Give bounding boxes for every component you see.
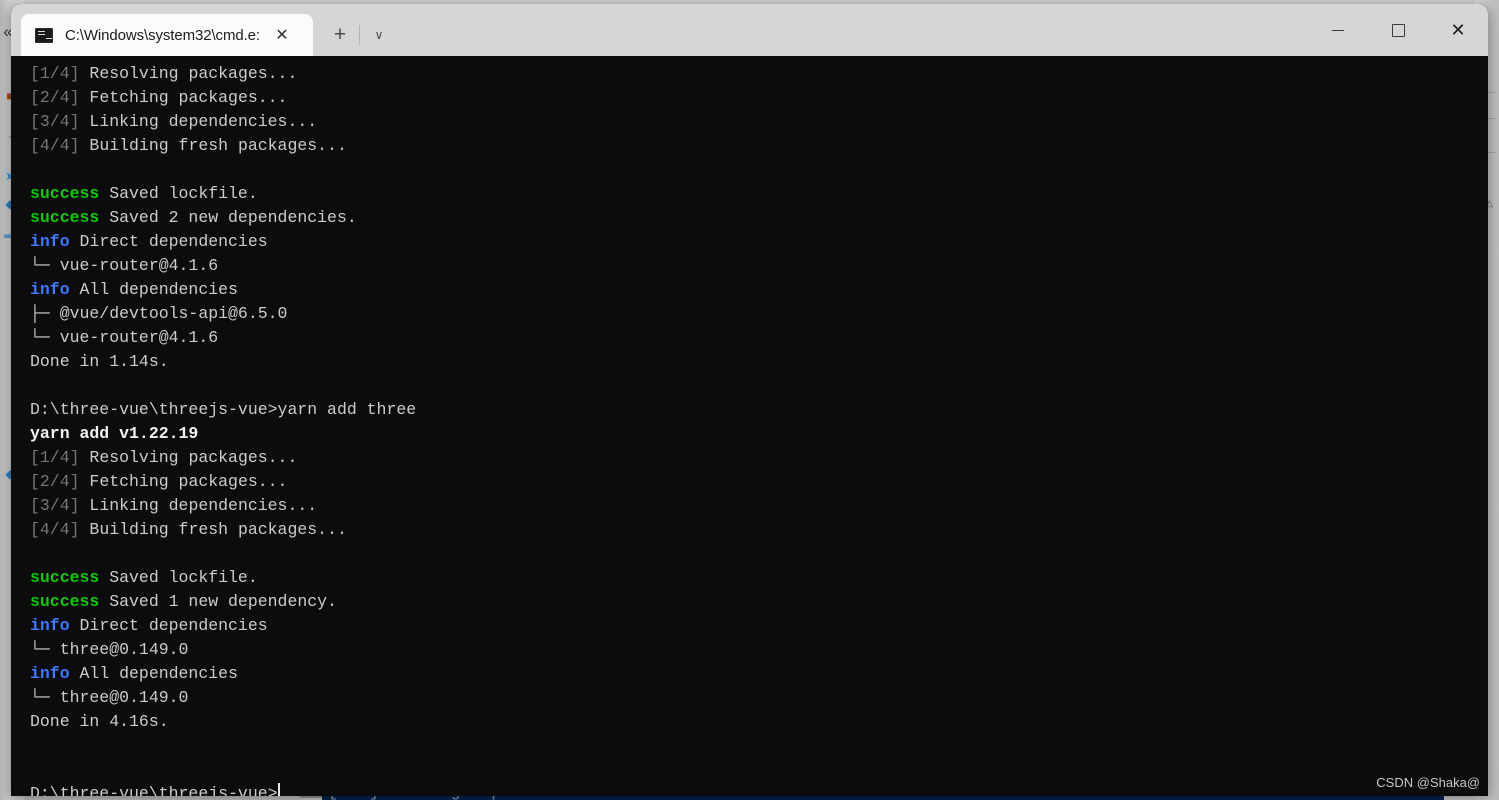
console-segment: Direct dependencies bbox=[69, 232, 268, 251]
console-segment: info bbox=[30, 616, 70, 635]
console-segment: [1/4] bbox=[30, 448, 90, 467]
console-line: success Saved lockfile. bbox=[30, 182, 1488, 206]
console-segment: [2/4] bbox=[30, 88, 90, 107]
console-segment: Saved lockfile. bbox=[99, 184, 258, 203]
console-segment: Building fresh packages... bbox=[89, 136, 347, 155]
console-line: └─ three@0.149.0 bbox=[30, 686, 1488, 710]
console-segment: Resolving packages... bbox=[89, 448, 298, 467]
console-line: └─ vue-router@4.1.6 bbox=[30, 326, 1488, 350]
console-line: [4/4] Building fresh packages... bbox=[30, 518, 1488, 542]
console-line: [3/4] Linking dependencies... bbox=[30, 494, 1488, 518]
console-segment: [3/4] bbox=[30, 496, 90, 515]
console-lines: [1/4] Resolving packages... [2/4] Fetchin… bbox=[30, 62, 1488, 796]
console-line: info All dependencies bbox=[30, 278, 1488, 302]
tab-title: C:\Windows\system32\cmd.e: bbox=[65, 26, 260, 44]
tab-cmd[interactable]: C:\Windows\system32\cmd.e: ✕ bbox=[21, 14, 313, 56]
console-segment: └─ vue-router@4.1.6 bbox=[30, 256, 219, 275]
tab-strip: C:\Windows\system32\cmd.e: ✕ + ∨ bbox=[11, 4, 396, 56]
console-line: success Saved 1 new dependency. bbox=[30, 590, 1488, 614]
console-segment: [4/4] bbox=[30, 520, 90, 539]
console-segment: └─ vue-router@4.1.6 bbox=[30, 328, 219, 347]
console-segment: info bbox=[30, 280, 70, 299]
console-line: D:\three-vue\threejs-vue>yarn add three bbox=[30, 398, 1488, 422]
console-segment: success bbox=[30, 592, 100, 611]
console-segment: info bbox=[30, 664, 70, 683]
window-titlebar[interactable]: C:\Windows\system32\cmd.e: ✕ + ∨ ✕ bbox=[11, 4, 1488, 56]
console-segment: └─ three@0.149.0 bbox=[30, 688, 189, 707]
console-line: info Direct dependencies bbox=[30, 614, 1488, 638]
console-segment: Done in 4.16s. bbox=[30, 712, 169, 731]
console-line: success Saved 2 new dependencies. bbox=[30, 206, 1488, 230]
console-segment: Linking dependencies... bbox=[89, 112, 318, 131]
console-segment: info bbox=[30, 232, 70, 251]
console-line: D:\three-vue\threejs-vue> bbox=[30, 782, 1488, 796]
console-line: [1/4] Resolving packages... bbox=[30, 62, 1488, 86]
console-segment: [2/4] bbox=[30, 472, 90, 491]
console-line: └─ vue-router@4.1.6 bbox=[30, 254, 1488, 278]
chevron-down-icon[interactable]: ∨ bbox=[362, 14, 396, 56]
console-line: [2/4] Fetching packages... bbox=[30, 86, 1488, 110]
new-tab-button[interactable]: + bbox=[323, 14, 357, 56]
console-segment: [4/4] bbox=[30, 136, 90, 155]
console-line: yarn add v1.22.19 bbox=[30, 422, 1488, 446]
console-line: [3/4] Linking dependencies... bbox=[30, 110, 1488, 134]
console-line: [4/4] Building fresh packages... bbox=[30, 134, 1488, 158]
console-segment: D:\three-vue\threejs-vue> bbox=[30, 784, 278, 796]
console-segment: D:\three-vue\threejs-vue>yarn add three bbox=[30, 400, 417, 419]
console-segment: Saved 1 new dependency. bbox=[99, 592, 337, 611]
close-window-button[interactable]: ✕ bbox=[1428, 4, 1488, 56]
console-segment: Done in 1.14s. bbox=[30, 352, 169, 371]
console-line: [1/4] Resolving packages... bbox=[30, 446, 1488, 470]
console-line: └─ three@0.149.0 bbox=[30, 638, 1488, 662]
console-segment: Saved lockfile. bbox=[99, 568, 258, 587]
console-segment: Direct dependencies bbox=[69, 616, 268, 635]
divider bbox=[359, 25, 360, 45]
console-line: info All dependencies bbox=[30, 662, 1488, 686]
console-line: Done in 4.16s. bbox=[30, 710, 1488, 734]
console-segment: Fetching packages... bbox=[89, 472, 288, 491]
text-cursor bbox=[277, 783, 280, 796]
console-segment: Fetching packages... bbox=[89, 88, 288, 107]
close-tab-icon[interactable]: ✕ bbox=[269, 22, 295, 48]
cmd-console-icon bbox=[35, 27, 53, 43]
watermark: CSDN @Shaka@ bbox=[1376, 775, 1480, 790]
maximize-button[interactable] bbox=[1368, 4, 1428, 56]
console-segment: success bbox=[30, 184, 100, 203]
console-segment: ├─ @vue/devtools-api@6.5.0 bbox=[30, 304, 288, 323]
console-segment: Resolving packages... bbox=[89, 64, 298, 83]
console-output-area[interactable]: [1/4] Resolving packages... [2/4] Fetchin… bbox=[11, 56, 1488, 796]
console-segment: All dependencies bbox=[69, 664, 238, 683]
console-segment: success bbox=[30, 568, 100, 587]
console-segment: Saved 2 new dependencies. bbox=[99, 208, 357, 227]
console-segment: All dependencies bbox=[69, 280, 238, 299]
console-segment: Linking dependencies... bbox=[89, 496, 318, 515]
console-segment: Building fresh packages... bbox=[89, 520, 347, 539]
console-line: [2/4] Fetching packages... bbox=[30, 470, 1488, 494]
console-segment: └─ three@0.149.0 bbox=[30, 640, 189, 659]
console-segment: [1/4] bbox=[30, 64, 90, 83]
console-segment: success bbox=[30, 208, 100, 227]
console-line: Done in 1.14s. bbox=[30, 350, 1488, 374]
console-line: ├─ @vue/devtools-api@6.5.0 bbox=[30, 302, 1488, 326]
console-line: info Direct dependencies bbox=[30, 230, 1488, 254]
minimize-button[interactable] bbox=[1308, 4, 1368, 56]
window-controls: ✕ bbox=[1308, 4, 1488, 56]
console-segment: [3/4] bbox=[30, 112, 90, 131]
command-prompt-window: C:\Windows\system32\cmd.e: ✕ + ∨ ✕ [1/4]… bbox=[11, 4, 1488, 796]
console-line: success Saved lockfile. bbox=[30, 566, 1488, 590]
console-segment: yarn add v1.22.19 bbox=[30, 424, 199, 443]
